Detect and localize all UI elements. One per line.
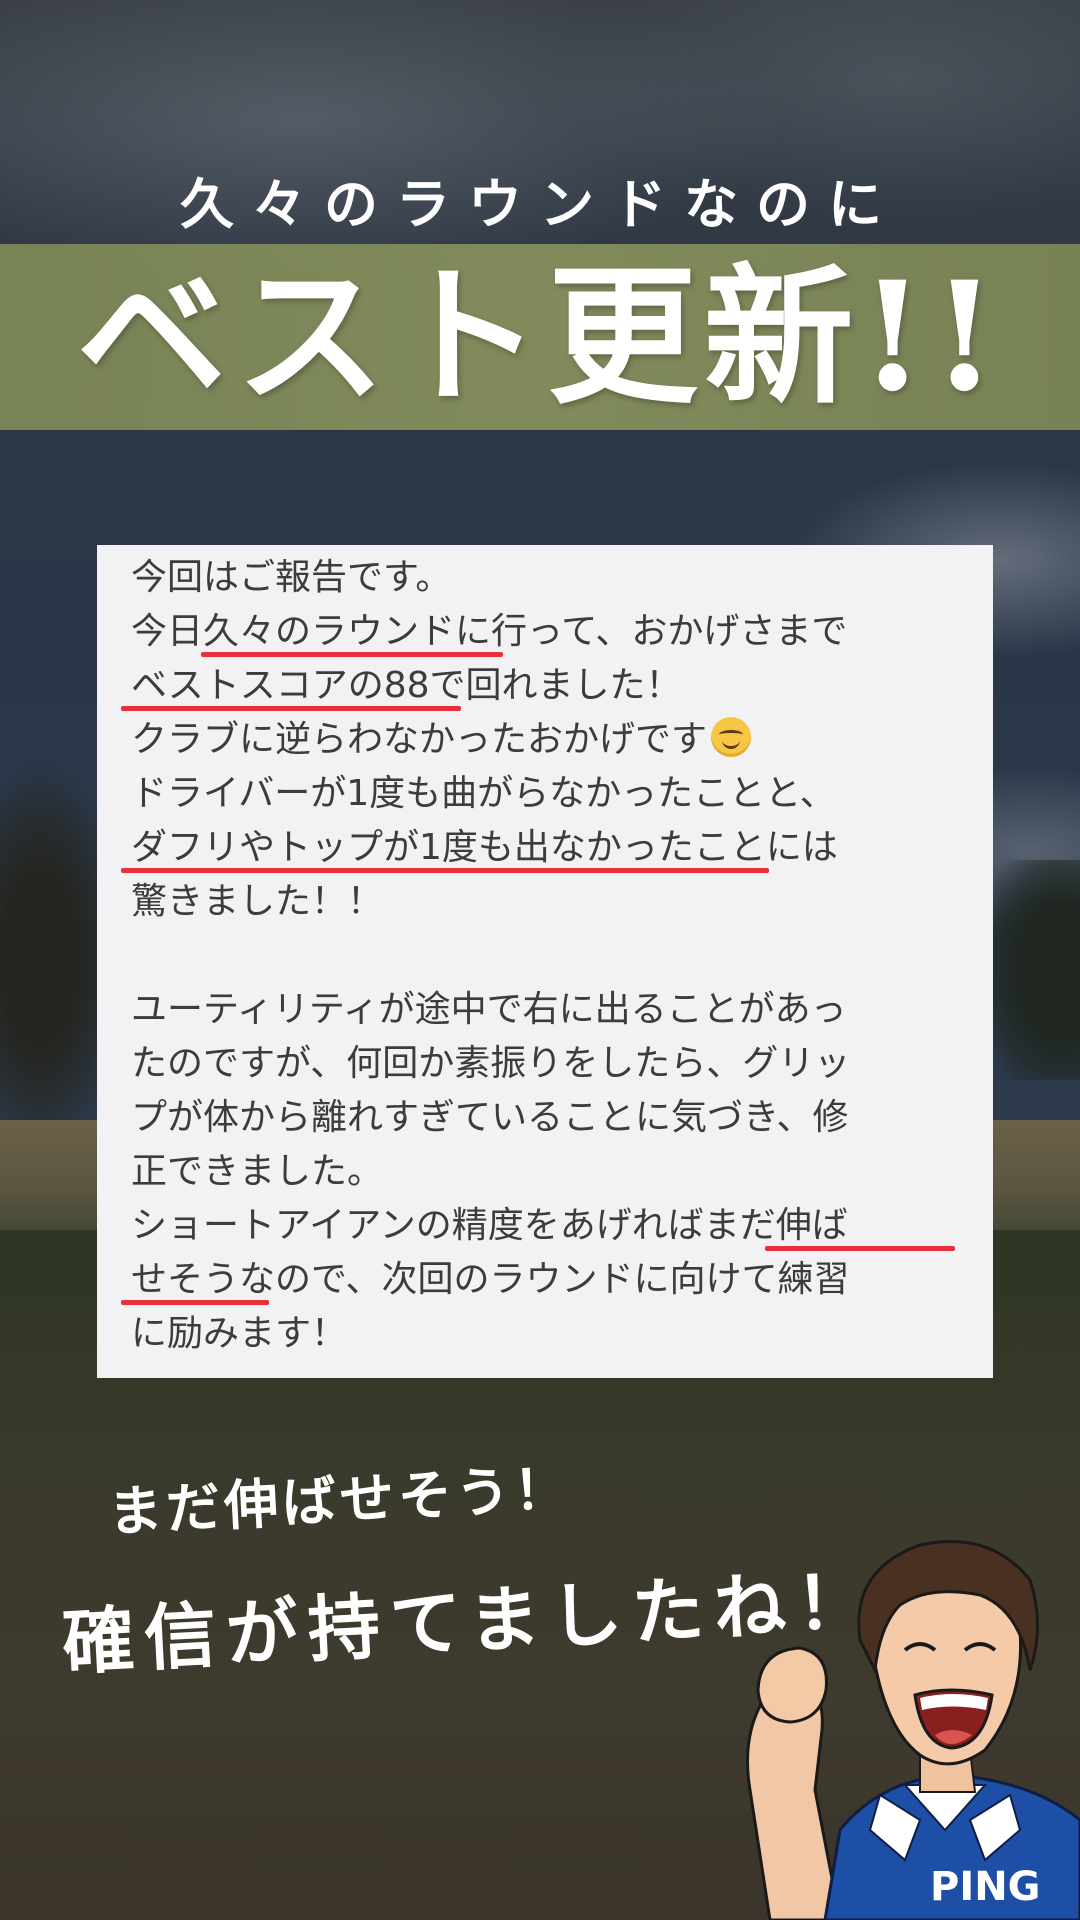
message-line: せそうなので、次回のラウンドに向けて練習 xyxy=(131,1259,850,1300)
message-line: 正できました。 xyxy=(131,1151,384,1192)
highlight-underline xyxy=(121,1300,269,1305)
message-line: 驚きました！！ xyxy=(131,881,384,922)
message-card: 今回はご報告です。 今日久々のラウンドに行って、おかげさまで ベストスコアの88… xyxy=(97,545,993,1378)
message-line: クラブに逆らわなかったおかげです xyxy=(131,713,752,767)
message-line: 今日久々のラウンドに行って、おかげさまで xyxy=(131,611,848,652)
highlight-underline xyxy=(121,868,769,873)
highlight-underline xyxy=(765,1246,955,1251)
golfer-character-illustration: PING xyxy=(746,1540,1080,1920)
message-line: ユーティリティが途中で右に出ることがあっ xyxy=(131,989,847,1030)
message-line: プが体から離れすぎていることに気づき、修 xyxy=(131,1097,849,1138)
message-line: 今回はご報告です。 xyxy=(131,557,452,598)
message-line: ドライバーが1度も曲がらなかったことと、 xyxy=(131,773,836,814)
shirt-logo: PING xyxy=(930,1864,1041,1910)
trees-left xyxy=(0,760,110,1140)
message-line: に励みます！ xyxy=(131,1313,348,1354)
highlight-underline xyxy=(201,652,503,657)
message-line: たのですが、何回か素振りをしたら、グリッ xyxy=(131,1043,851,1084)
message-line: ダフリやトップが1度も出なかったことには xyxy=(131,827,838,868)
headline-subtitle: 久々のラウンドなのに xyxy=(180,172,900,236)
message-line: ベストスコアの88で回れました！ xyxy=(131,665,682,706)
trees-right xyxy=(980,860,1080,1080)
message-line-text: クラブに逆らわなかったおかげです xyxy=(131,719,708,760)
highlight-underline xyxy=(121,706,461,711)
smiling-face-icon xyxy=(711,717,752,757)
headline-title: ベスト更新!! xyxy=(76,249,1004,425)
message-line: ショートアイアンの精度をあげればまだ伸ば xyxy=(131,1205,848,1246)
